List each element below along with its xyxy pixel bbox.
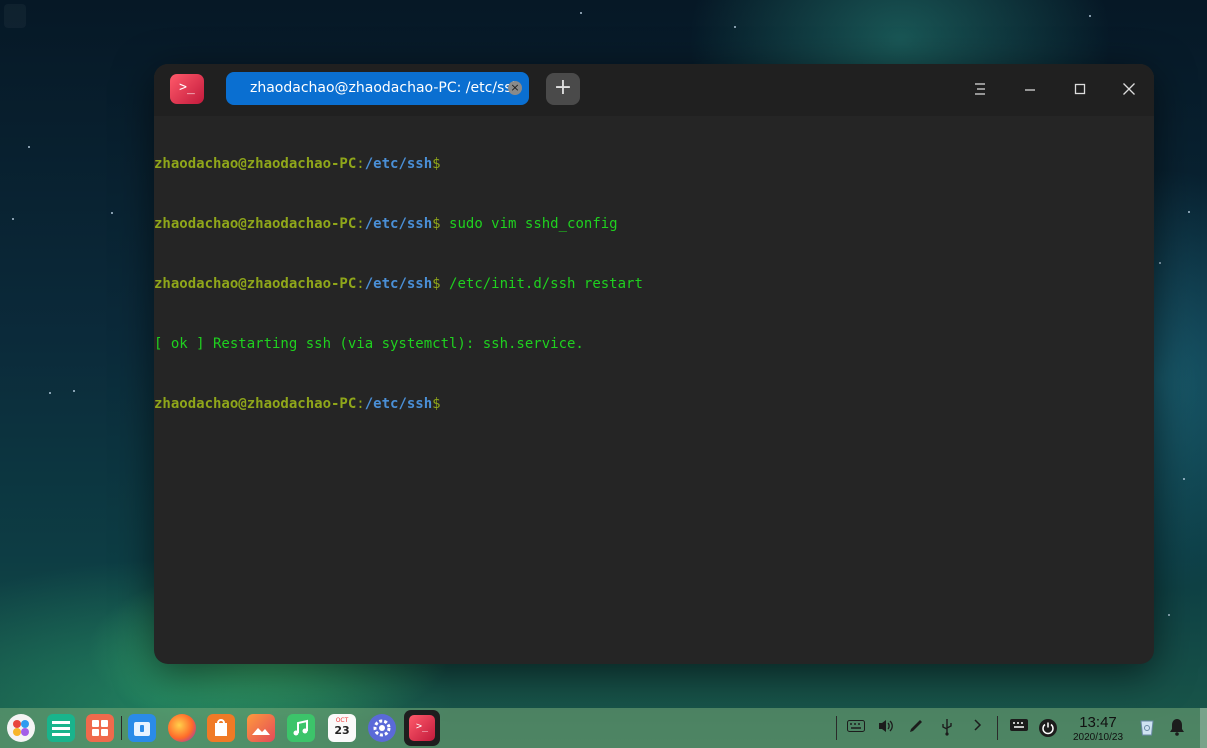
prompt-separator: : xyxy=(356,156,365,172)
prompt-dollar: $ xyxy=(432,276,441,292)
terminal-app-icon: >_ xyxy=(170,74,204,104)
notification-bell-icon[interactable] xyxy=(1167,718,1187,738)
calendar-icon[interactable]: OCT 23 xyxy=(328,714,356,742)
control-center-icon[interactable] xyxy=(368,714,396,742)
prompt-user: zhaodachao@zhaodachao-PC xyxy=(154,276,357,292)
star xyxy=(1183,478,1185,480)
star xyxy=(111,212,113,214)
star xyxy=(734,26,736,28)
music-icon[interactable] xyxy=(287,714,315,742)
clock-date[interactable]: 2020/10/23 xyxy=(1066,732,1130,743)
expand-arrow-icon[interactable] xyxy=(967,718,987,738)
minimize-icon[interactable] xyxy=(1018,78,1042,102)
keyboard-icon[interactable] xyxy=(846,718,866,738)
output-line: [ ok ] Restarting ssh (via systemctl): s… xyxy=(154,336,584,352)
command-text: sudo vim sshd_config xyxy=(440,216,618,232)
command-text: /etc/init.d/ssh restart xyxy=(440,276,643,292)
file-manager-icon[interactable] xyxy=(128,714,156,742)
show-desktop-strip[interactable] xyxy=(1200,708,1207,748)
launcher-icon[interactable] xyxy=(7,714,35,742)
terminal-icon[interactable]: >_ xyxy=(404,710,440,746)
taskbar-divider xyxy=(121,716,122,740)
star xyxy=(12,218,14,220)
image-viewer-icon[interactable] xyxy=(247,714,275,742)
prompt-separator: : xyxy=(356,276,365,292)
app-store-icon[interactable] xyxy=(207,714,235,742)
calendar-day: 23 xyxy=(334,724,350,737)
terminal-window: >_ zhaodachao@zhaodachao-PC: /etc/ssh × … xyxy=(154,64,1154,664)
title-bar[interactable]: >_ zhaodachao@zhaodachao-PC: /etc/ssh × … xyxy=(154,64,1154,116)
show-desktop-icon[interactable] xyxy=(47,714,75,742)
star xyxy=(580,12,582,14)
tab-title: zhaodachao@zhaodachao-PC: /etc/ssh xyxy=(250,80,521,96)
prompt-dollar: $ xyxy=(432,156,441,172)
prompt-line: zhaodachao@zhaodachao-PC:/etc/ssh$ xyxy=(154,394,1154,414)
star xyxy=(49,392,51,394)
hamburger-menu-icon[interactable] xyxy=(968,78,992,102)
volume-icon[interactable] xyxy=(876,718,896,738)
close-icon[interactable] xyxy=(1117,78,1141,102)
desktop-corner-widget xyxy=(4,4,26,28)
prompt-path: /etc/ssh xyxy=(364,156,433,172)
prompt-dollar: $ xyxy=(432,396,441,412)
onscreen-keyboard-icon[interactable] xyxy=(1009,718,1029,738)
prompt-path: /etc/ssh xyxy=(364,276,433,292)
taskbar: OCT 23 >_ 13:47 2020/10/23 xyxy=(0,708,1207,748)
star xyxy=(28,146,30,148)
prompt-user: zhaodachao@zhaodachao-PC xyxy=(154,156,357,172)
taskbar-divider xyxy=(836,716,837,740)
tab-close-icon[interactable]: × xyxy=(508,81,522,95)
tab-active[interactable]: zhaodachao@zhaodachao-PC: /etc/ssh × xyxy=(226,72,529,105)
prompt-separator: : xyxy=(356,216,365,232)
firefox-icon[interactable] xyxy=(168,714,196,742)
taskbar-divider xyxy=(997,716,998,740)
maximize-icon[interactable] xyxy=(1068,78,1092,102)
usb-icon[interactable] xyxy=(937,718,957,738)
star xyxy=(1089,15,1091,17)
prompt-separator: : xyxy=(356,396,365,412)
star xyxy=(1168,614,1170,616)
star xyxy=(73,390,75,392)
prompt-line: zhaodachao@zhaodachao-PC:/etc/ssh$ sudo … xyxy=(154,214,1154,234)
star xyxy=(1188,211,1190,213)
prompt-user: zhaodachao@zhaodachao-PC xyxy=(154,216,357,232)
power-icon[interactable] xyxy=(1038,718,1058,738)
star xyxy=(1159,262,1161,264)
multitask-view-icon[interactable] xyxy=(86,714,114,742)
prompt-line: zhaodachao@zhaodachao-PC:/etc/ssh$ /etc/… xyxy=(154,274,1154,294)
new-tab-button[interactable]: + xyxy=(546,73,580,105)
prompt-user: zhaodachao@zhaodachao-PC xyxy=(154,396,357,412)
clock-time[interactable]: 13:47 xyxy=(1068,714,1128,731)
prompt-path: /etc/ssh xyxy=(364,216,433,232)
prompt-dollar: $ xyxy=(432,216,441,232)
prompt-path: /etc/ssh xyxy=(364,396,433,412)
prompt-line: zhaodachao@zhaodachao-PC:/etc/ssh$ xyxy=(154,154,1154,174)
pen-icon[interactable] xyxy=(906,718,926,738)
trash-icon[interactable] xyxy=(1137,718,1157,738)
terminal-output[interactable]: zhaodachao@zhaodachao-PC:/etc/ssh$ zhaod… xyxy=(154,114,1154,454)
